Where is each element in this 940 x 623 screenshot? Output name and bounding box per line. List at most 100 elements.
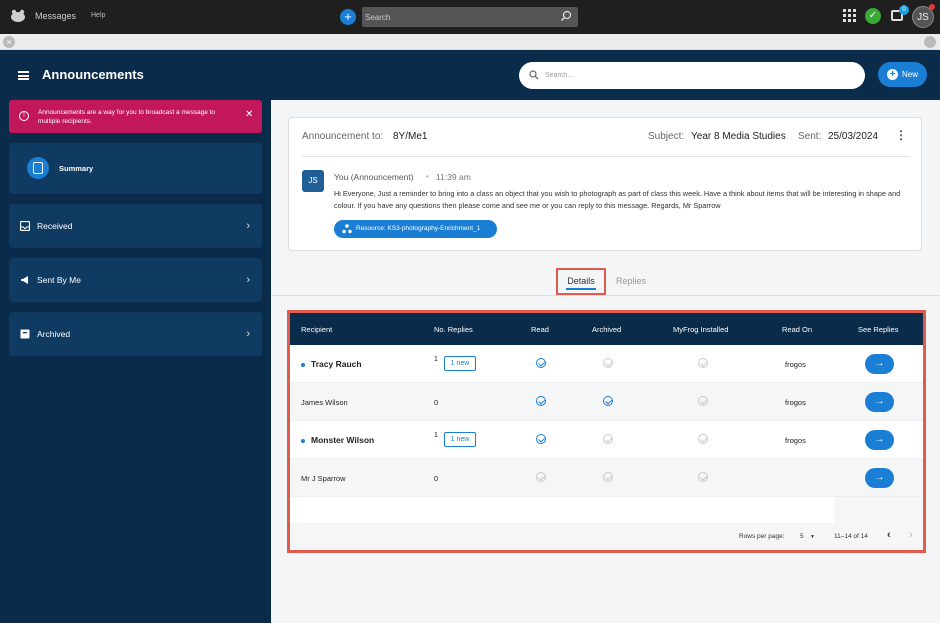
col-replies[interactable]: No. Replies: [434, 325, 473, 334]
reply-count: 0: [434, 474, 439, 483]
window-strip: ×: [0, 34, 940, 50]
summary-icon: [27, 157, 49, 179]
sidebar-item-label: Summary: [59, 163, 94, 173]
megaphone-icon: [21, 276, 28, 284]
col-recipient[interactable]: Recipient: [301, 325, 332, 334]
sidebar-item-label: Received: [37, 221, 73, 231]
chevron-right-icon: ›: [246, 220, 250, 232]
menu-icon[interactable]: [18, 71, 29, 80]
table-header: Recipient No. Replies Read Archived MyFr…: [290, 313, 923, 345]
see-replies-button[interactable]: →: [865, 468, 894, 488]
table-row[interactable]: Monster Wilson 1 1 new frogos →: [290, 421, 923, 459]
recipients-table: Recipient No. Replies Read Archived MyFr…: [287, 310, 926, 553]
status-ok-icon[interactable]: ✓: [865, 8, 881, 24]
table-pagination: Rows per page: 5 ▼ 11–14 of 14 ‹ ›: [290, 523, 923, 550]
tabs-divider: [271, 295, 940, 296]
next-page-icon[interactable]: ›: [909, 529, 913, 541]
sent-time: 11:39 am: [436, 172, 471, 182]
prev-page-icon[interactable]: ‹: [887, 529, 891, 541]
to-value: 8Y/Me1: [393, 131, 428, 142]
see-replies-button[interactable]: →: [865, 392, 894, 412]
see-replies-button[interactable]: →: [865, 430, 894, 450]
table-row[interactable]: James Wilson 0 frogos →: [290, 383, 923, 421]
more-options-icon[interactable]: ⋮: [895, 128, 907, 142]
avatar-alert-dot: [929, 4, 935, 10]
read-check-icon: [536, 358, 546, 368]
sender-avatar: JS: [302, 170, 324, 192]
recipient-name: Monster Wilson: [311, 435, 375, 445]
divider: [302, 156, 909, 157]
sidebar-item-label: Sent By Me: [37, 275, 81, 285]
read-check-icon: [536, 396, 546, 406]
chevron-right-icon: ›: [246, 328, 250, 340]
announcement-search-input[interactable]: [545, 62, 845, 89]
reply-count: 1: [434, 432, 438, 439]
page-title: Announcements: [42, 67, 144, 82]
caret-down-icon[interactable]: ▼: [810, 534, 815, 540]
archived-check-icon: [603, 396, 613, 406]
see-replies-button[interactable]: →: [865, 354, 894, 374]
sidebar-item-summary[interactable]: Summary: [9, 143, 262, 194]
unread-dot: [301, 439, 305, 443]
new-replies-badge[interactable]: 1 new: [444, 356, 476, 371]
read-check-icon: [536, 472, 546, 482]
page-range: 11–14 of 14: [834, 533, 868, 540]
help-link[interactable]: Help: [91, 12, 105, 19]
resource-label: Resource: KS3-photography-Enrichment_1: [356, 225, 481, 232]
new-replies-badge[interactable]: 1 new: [444, 432, 476, 447]
recipient-name: Tracy Rauch: [311, 359, 362, 369]
info-icon: !: [19, 111, 29, 121]
rows-per-page-label: Rows per page:: [739, 533, 785, 540]
reply-count: 0: [434, 398, 439, 407]
to-label: Announcement to:: [302, 131, 384, 142]
table-row[interactable]: Mr J Sparrow 0 →: [290, 459, 923, 497]
add-plus-button[interactable]: +: [340, 9, 356, 25]
myfrog-check-icon: [698, 472, 708, 482]
recipient-name: James Wilson: [301, 398, 348, 407]
global-search-input[interactable]: [362, 7, 558, 27]
empty-row: [290, 497, 834, 523]
myfrog-check-icon: [698, 358, 708, 368]
resource-icon: [342, 224, 352, 234]
archive-icon: [20, 329, 30, 339]
col-myfrog[interactable]: MyFrog Installed: [673, 325, 728, 334]
search-icon: [529, 70, 539, 80]
alert-close-icon[interactable]: ✕: [245, 109, 253, 120]
unread-dot: [301, 363, 305, 367]
edit-icon[interactable]: [924, 36, 936, 48]
rows-per-page-select[interactable]: 5: [800, 533, 804, 540]
table-row[interactable]: Tracy Rauch 1 1 new frogos →: [290, 345, 923, 383]
recipient-name: Mr J Sparrow: [301, 474, 346, 483]
alert-text: Announcements are a way for you to broad…: [38, 109, 216, 125]
sender-name: You (Announcement): [334, 172, 414, 182]
inbox-icon: [20, 221, 30, 231]
myfrog-check-icon: [698, 396, 708, 406]
announcement-message: Hi Everyone, Just a reminder to bring in…: [334, 189, 901, 210]
read-check-icon: [536, 434, 546, 444]
sent-value: 25/03/2024: [828, 131, 879, 142]
resource-button[interactable]: Resource: KS3-photography-Enrichment_1: [334, 220, 497, 238]
sidebar-item-archived[interactable]: Archived ›: [9, 312, 262, 356]
apps-grid-icon[interactable]: [843, 9, 856, 22]
app-name[interactable]: Messages: [35, 11, 76, 21]
col-see-replies[interactable]: See Replies: [858, 325, 898, 334]
new-button[interactable]: + New: [878, 62, 927, 87]
sidebar-item-received[interactable]: Received ›: [9, 204, 262, 248]
new-button-label: New: [901, 70, 918, 79]
tab-replies[interactable]: Replies: [616, 276, 646, 286]
sidebar-item-sent-by-me[interactable]: Sent By Me ›: [9, 258, 262, 302]
read-on: frogos: [785, 360, 806, 369]
col-read[interactable]: Read: [531, 325, 549, 334]
frog-logo-icon[interactable]: [10, 9, 26, 23]
search-icon[interactable]: [560, 10, 572, 22]
sent-label: Sent:: [798, 131, 822, 142]
archived-check-icon: [603, 358, 613, 368]
plus-icon: +: [886, 69, 898, 80]
col-read-on[interactable]: Read On: [782, 325, 812, 334]
close-icon[interactable]: ×: [3, 36, 15, 48]
col-archived[interactable]: Archived: [592, 325, 621, 334]
empty-row-cell: [834, 497, 923, 523]
notification-badge: 0: [899, 5, 909, 15]
tab-details[interactable]: Details: [556, 268, 606, 295]
announcement-search: [519, 62, 865, 89]
